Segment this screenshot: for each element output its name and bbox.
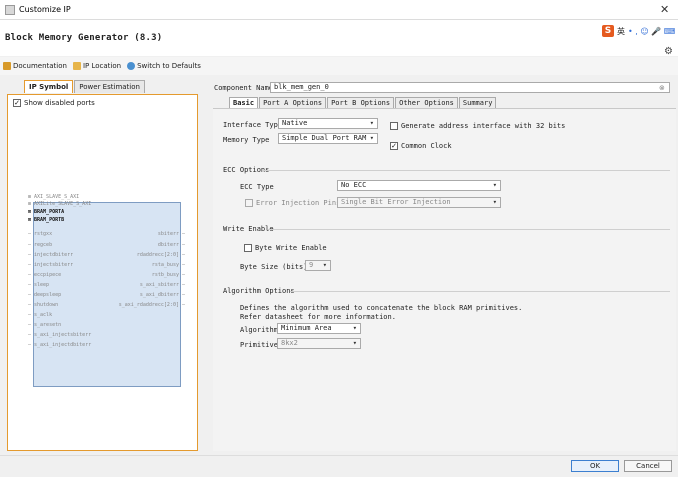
- port-pin: — s_aclk: [28, 312, 53, 318]
- byte-size-label: Byte Size (bits): [240, 263, 308, 271]
- gear-icon[interactable]: ⚙: [664, 46, 673, 57]
- ip-location-button[interactable]: IP Location: [72, 62, 122, 70]
- port-pin: ⊞ AXI_SLAVE_S_AXI: [28, 194, 80, 200]
- error-injection-select[interactable]: Single Bit Error Injection: [337, 197, 501, 208]
- folder-icon: [72, 62, 81, 70]
- divider: [268, 229, 670, 230]
- port-pin: — injectsbiterr: [28, 262, 74, 268]
- component-name-input[interactable]: blk_mem_gen_0: [270, 82, 670, 93]
- ip-name: Block Memory Generator (8.3): [5, 33, 163, 43]
- divider: [290, 291, 670, 292]
- config-tabs: Basic Port A Options Port B Options Othe…: [229, 97, 497, 108]
- port-pin: rstb_busy —: [151, 272, 185, 278]
- show-disabled-checkbox[interactable]: ✓ Show disabled ports: [13, 99, 95, 107]
- port-pin: — eccpipece: [28, 272, 62, 278]
- port-pin: — injectdbiterr: [28, 252, 74, 258]
- memory-type-label: Memory Type: [223, 136, 270, 144]
- port-pin: — shutdown: [28, 302, 59, 308]
- port-pin: ⊞ AXILite_SLAVE_S_AXI: [28, 201, 92, 207]
- clear-icon[interactable]: ⊗: [659, 84, 665, 92]
- port-pin: — sleep: [28, 282, 50, 288]
- primitive-label: Primitive: [240, 341, 278, 349]
- port-pin: — deepsleep: [28, 292, 62, 298]
- tab-other-options[interactable]: Other Options: [395, 97, 458, 108]
- ecc-type-select[interactable]: No ECC: [337, 180, 501, 191]
- common-clock-label: Common Clock: [401, 142, 452, 150]
- interface-type-label: Interface Type: [223, 121, 283, 129]
- ime-tools[interactable]: • , ☺ 🎤 ⌨: [628, 27, 675, 36]
- memory-type-select[interactable]: Simple Dual Port RAM: [278, 133, 378, 144]
- gen-addr-label: Generate address interface with 32 bits: [401, 122, 566, 130]
- port-pin: — s_aresetn: [28, 322, 62, 328]
- divider: [262, 170, 670, 171]
- algorithm-select[interactable]: Minimum Area: [277, 323, 361, 334]
- write-enable-title: Write Enable: [223, 225, 274, 233]
- port-pin: ⊞ BRAM_PORTB: [28, 217, 65, 223]
- ime-bar[interactable]: S 英 • , ☺ 🎤 ⌨: [602, 25, 675, 37]
- show-disabled-label: Show disabled ports: [24, 99, 95, 107]
- port-pin: ⊞ BRAM_PORTA: [28, 209, 65, 215]
- basic-panel: [213, 108, 676, 451]
- primitive-select[interactable]: 8kx2: [277, 338, 361, 349]
- toolbar: Documentation IP Location Switch to Defa…: [0, 57, 678, 75]
- byte-write-label: Byte Write Enable: [255, 244, 327, 252]
- ok-button[interactable]: OK: [571, 460, 619, 472]
- port-pin: s_axi_dbiterr —: [139, 292, 185, 298]
- refresh-icon: [127, 62, 136, 70]
- port-pin: sbiterr —: [157, 231, 185, 237]
- tab-ip-symbol[interactable]: IP Symbol: [24, 80, 74, 93]
- tab-power-estimation[interactable]: Power Estimation: [74, 80, 145, 93]
- component-name-label: Component Name: [214, 84, 274, 92]
- close-icon[interactable]: ✕: [660, 3, 669, 16]
- documentation-label: Documentation: [13, 62, 67, 70]
- byte-size-select[interactable]: 9: [305, 260, 331, 271]
- gen-addr-checkbox[interactable]: Generate address interface with 32 bits: [390, 122, 565, 130]
- tab-basic[interactable]: Basic: [229, 97, 259, 108]
- algorithm-label: Algorithm: [240, 326, 278, 334]
- algorithm-description: Defines the algorithm used to concatenat…: [240, 304, 523, 312]
- documentation-button[interactable]: Documentation: [3, 62, 67, 70]
- window-title: Customize IP: [19, 5, 71, 14]
- port-pin: — regceb: [28, 242, 53, 248]
- port-pin: s_axi_sbiterr —: [139, 282, 185, 288]
- interface-type-select[interactable]: Native: [278, 118, 378, 129]
- title-bar: [0, 0, 678, 20]
- common-clock-checkbox[interactable]: ✓ Common Clock: [390, 142, 452, 150]
- error-injection-label: Error Injection Pins: [256, 199, 341, 207]
- ip-location-label: IP Location: [82, 62, 122, 70]
- checkbox-unchecked[interactable]: [390, 122, 398, 130]
- checkbox-disabled[interactable]: [245, 199, 253, 207]
- port-pin: — s_axi_injectsbiterr: [28, 332, 92, 338]
- port-pin: rdaddrecc[2:0] —: [136, 252, 185, 258]
- cancel-button[interactable]: Cancel: [624, 460, 672, 472]
- algorithm-section-title: Algorithm Options: [223, 287, 295, 295]
- ime-lang[interactable]: 英: [617, 26, 625, 37]
- tab-summary[interactable]: Summary: [458, 97, 497, 108]
- port-pin: — s_axi_injectdbiterr: [28, 342, 92, 348]
- algorithm-description-2: Refer datasheet for more information.: [240, 313, 396, 321]
- tab-port-b-options[interactable]: Port B Options: [327, 97, 395, 108]
- port-pin: — rstgxx: [28, 231, 53, 237]
- ime-logo-icon: S: [602, 25, 614, 37]
- checkbox-unchecked[interactable]: [244, 244, 252, 252]
- port-pin: s_axi_rdaddrecc[2:0] —: [118, 302, 185, 308]
- port-pin: dbiterr —: [157, 242, 185, 248]
- switch-defaults-button[interactable]: Switch to Defaults: [127, 62, 201, 70]
- byte-write-checkbox[interactable]: Byte Write Enable: [244, 244, 327, 252]
- left-pane: IP Symbol Power Estimation ✓ Show disabl…: [6, 80, 198, 451]
- tab-port-a-options[interactable]: Port A Options: [259, 97, 327, 108]
- error-injection-checkbox[interactable]: Error Injection Pins: [245, 199, 340, 207]
- checkbox-checked[interactable]: ✓: [13, 99, 21, 107]
- app-icon: [5, 5, 15, 15]
- book-icon: [3, 62, 11, 70]
- ecc-type-label: ECC Type: [240, 183, 274, 191]
- switch-defaults-label: Switch to Defaults: [137, 62, 201, 70]
- checkbox-checked[interactable]: ✓: [390, 142, 398, 150]
- symbol-panel: ✓ Show disabled ports ⊞ AXI_SLAVE_S_AXI ⊞…: [7, 94, 198, 451]
- port-pin: rsta_busy —: [151, 262, 185, 268]
